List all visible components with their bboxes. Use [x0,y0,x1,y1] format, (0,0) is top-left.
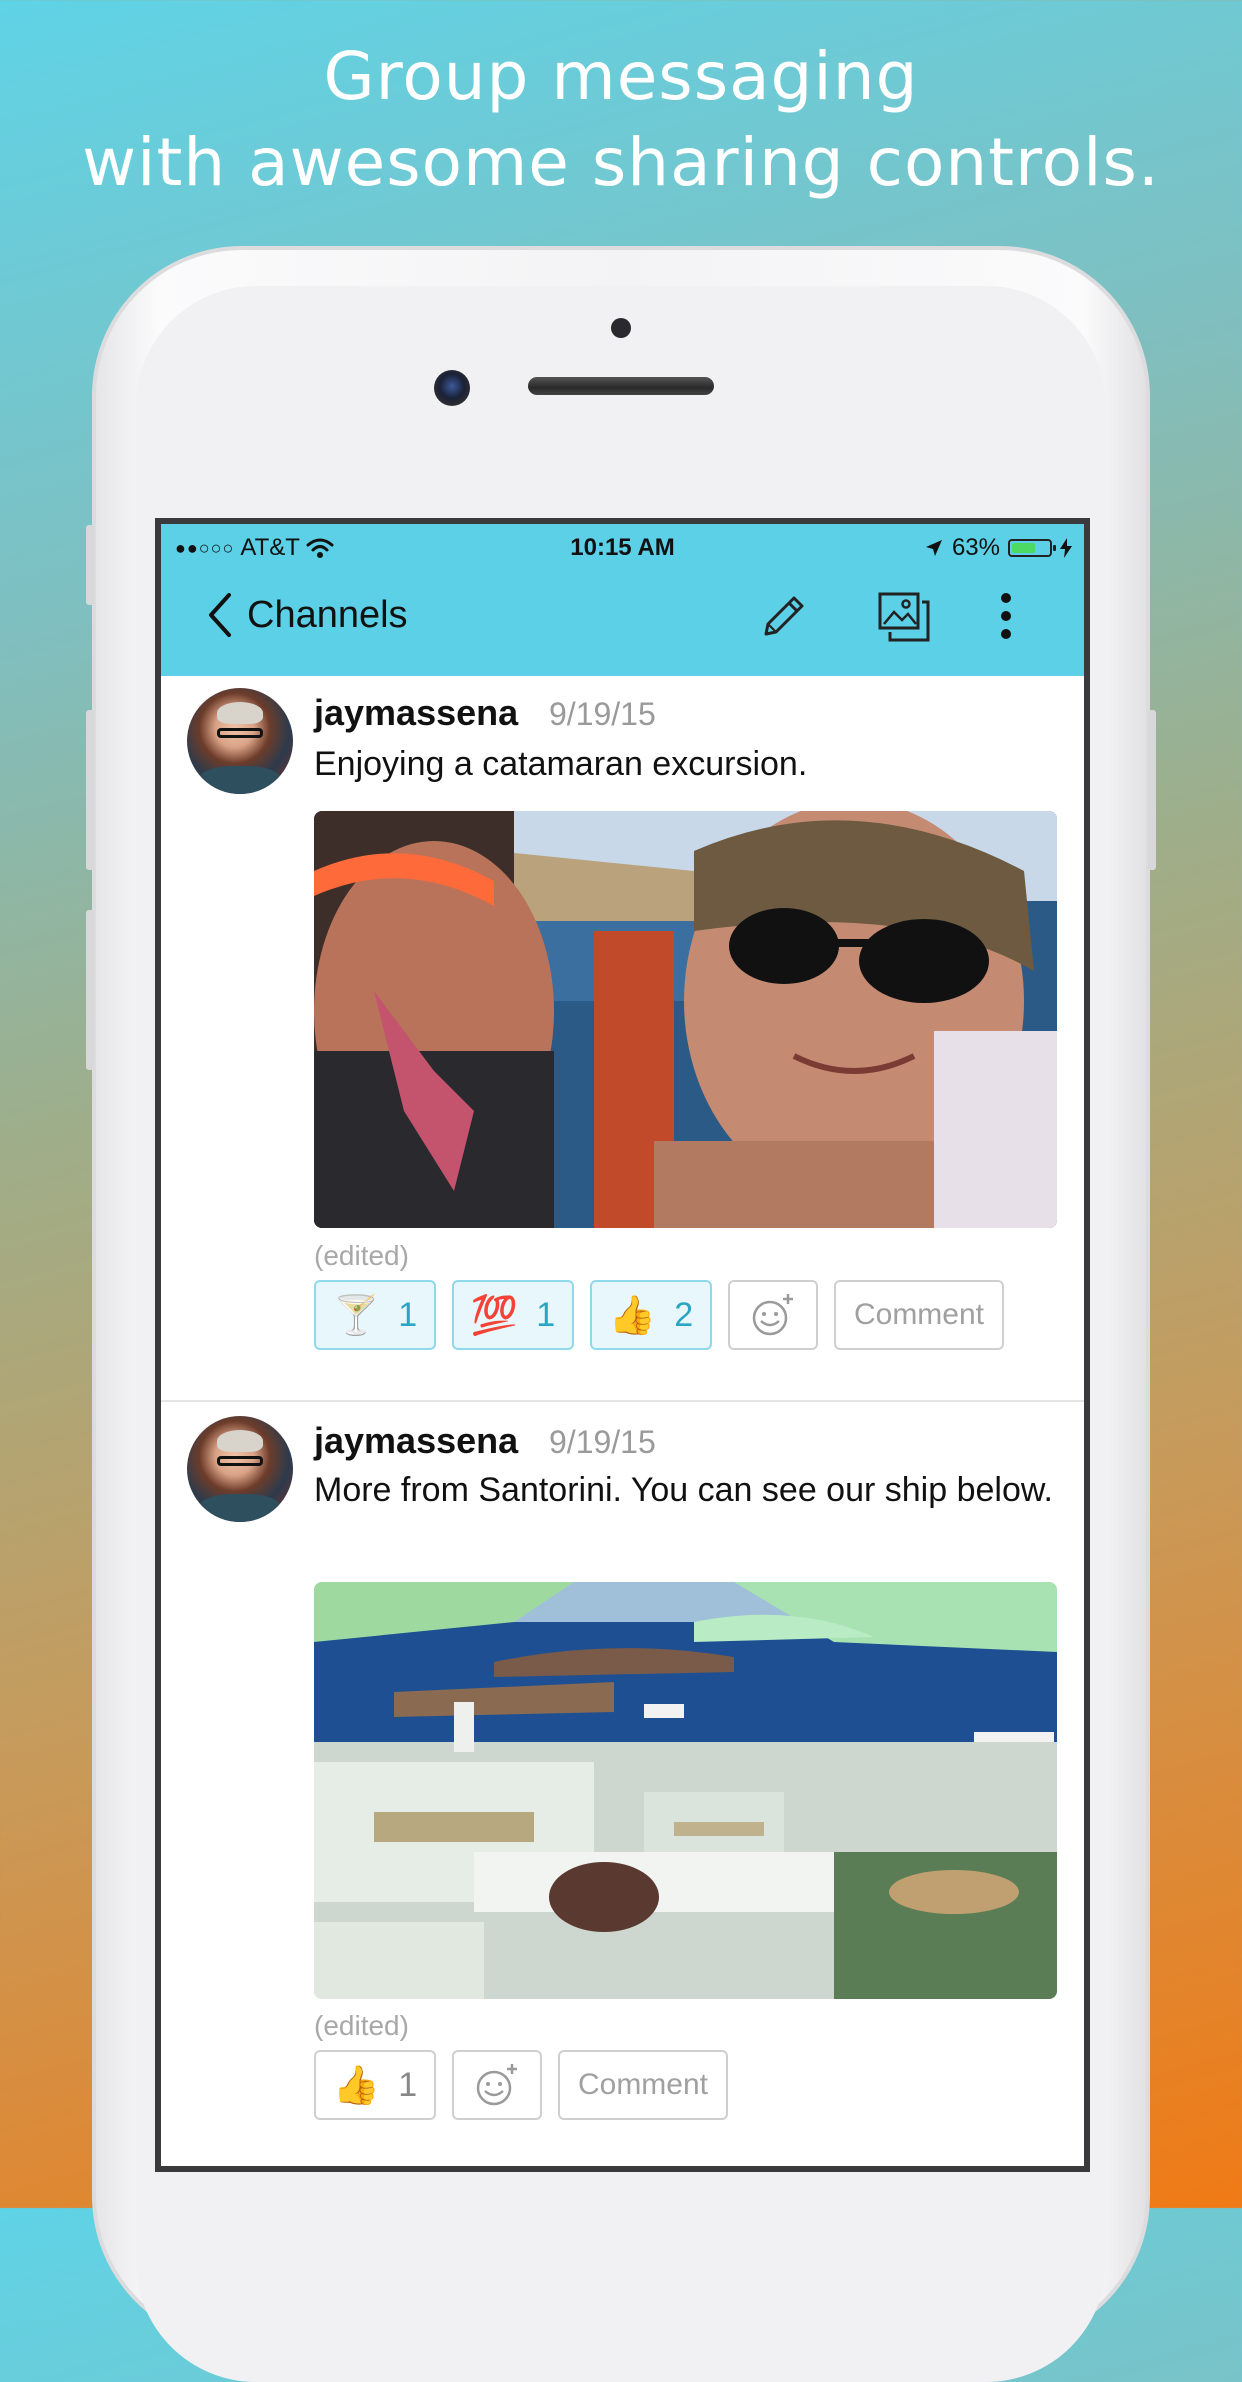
more-options-button[interactable] [999,590,1013,647]
reaction-thumbs-up[interactable]: 👍 1 [314,2050,436,2120]
edited-label: (edited) [314,2010,409,2041]
mute-switch [86,525,94,605]
power-button [1148,710,1156,870]
headline-line-2: with awesome sharing controls. [82,124,1160,201]
navigation-bar: ●●○○○ AT&T 10:15 AM 63% Channels [161,524,1084,676]
photo-gallery-button[interactable] [876,590,932,649]
back-button[interactable]: Channels [207,592,408,638]
edit-button[interactable] [756,590,808,647]
add-reaction-button[interactable] [728,1280,818,1350]
post-photo[interactable] [314,1582,1057,1999]
thumbs-up-emoji-icon: 👍 [332,2062,381,2107]
volume-down-button [86,910,94,1070]
post-date: 9/19/15 [549,1424,656,1460]
reaction-count: 1 [398,1295,418,1334]
battery-percent: 63% [951,534,1000,561]
battery-icon [1008,539,1056,557]
message-post: jaymassena 9/19/15 Enjoying a catamaran … [161,676,1084,1402]
post-photo[interactable] [314,811,1057,1228]
post-username[interactable]: jaymassena [314,692,518,734]
reaction-bar: 👍 1 Comment [314,2050,728,2120]
reaction-thumbs-up[interactable]: 👍 2 [590,1280,712,1350]
battery-fill [1012,543,1035,553]
add-emoji-icon [752,1294,793,1336]
message-post: jaymassena 9/19/15 More from Santorini. … [161,1402,1084,2166]
comment-button[interactable]: Comment [834,1280,1004,1350]
reaction-count: 2 [674,1295,694,1334]
avatar[interactable] [187,1416,293,1522]
headline: Group messaging with awesome sharing con… [0,34,1242,206]
back-label: Channels [247,593,408,636]
post-message: Enjoying a catamaran excursion. [314,745,808,783]
thumbs-up-emoji-icon: 👍 [608,1292,657,1337]
catamaran-photo-image [314,811,1057,1228]
message-feed[interactable]: jaymassena 9/19/15 Enjoying a catamaran … [161,676,1084,2166]
avatar[interactable] [187,688,293,794]
photo-gallery-icon [878,592,930,642]
nav-row: Channels [161,584,1084,664]
proximity-sensor [611,318,631,338]
add-emoji-icon [476,2064,517,2106]
edit-pencil-icon [764,596,804,636]
post-date: 9/19/15 [549,696,656,732]
post-message: More from Santorini. You can see our shi… [314,1471,1053,1509]
headline-line-1: Group messaging [323,38,919,115]
volume-up-button [86,710,94,870]
front-camera [434,370,470,406]
hundred-points-emoji-icon: 💯 [470,1292,519,1337]
post-username[interactable]: jaymassena [314,1420,518,1462]
reaction-hundred[interactable]: 💯 1 [452,1280,574,1350]
app-screen: ●●○○○ AT&T 10:15 AM 63% Channels jaymass… [155,518,1090,2172]
reaction-cocktail[interactable]: 🍸 1 [314,1280,436,1350]
santorini-photo-image [314,1582,1057,1999]
reaction-count: 1 [398,2065,418,2104]
comment-button[interactable]: Comment [558,2050,728,2120]
chevron-left-icon [209,593,231,637]
charging-bolt-icon [1060,538,1072,558]
more-vertical-icon [1001,593,1011,639]
location-arrow-icon [925,540,942,556]
status-bar: ●●○○○ AT&T 10:15 AM 63% [161,524,1084,568]
add-reaction-button[interactable] [452,2050,542,2120]
cocktail-emoji-icon: 🍸 [332,1292,381,1337]
edited-label: (edited) [314,1240,409,1271]
earpiece-speaker [528,377,714,395]
reaction-count: 1 [536,1295,556,1334]
reaction-bar: 🍸 1 💯 1 👍 2 Comment [314,1280,1004,1350]
